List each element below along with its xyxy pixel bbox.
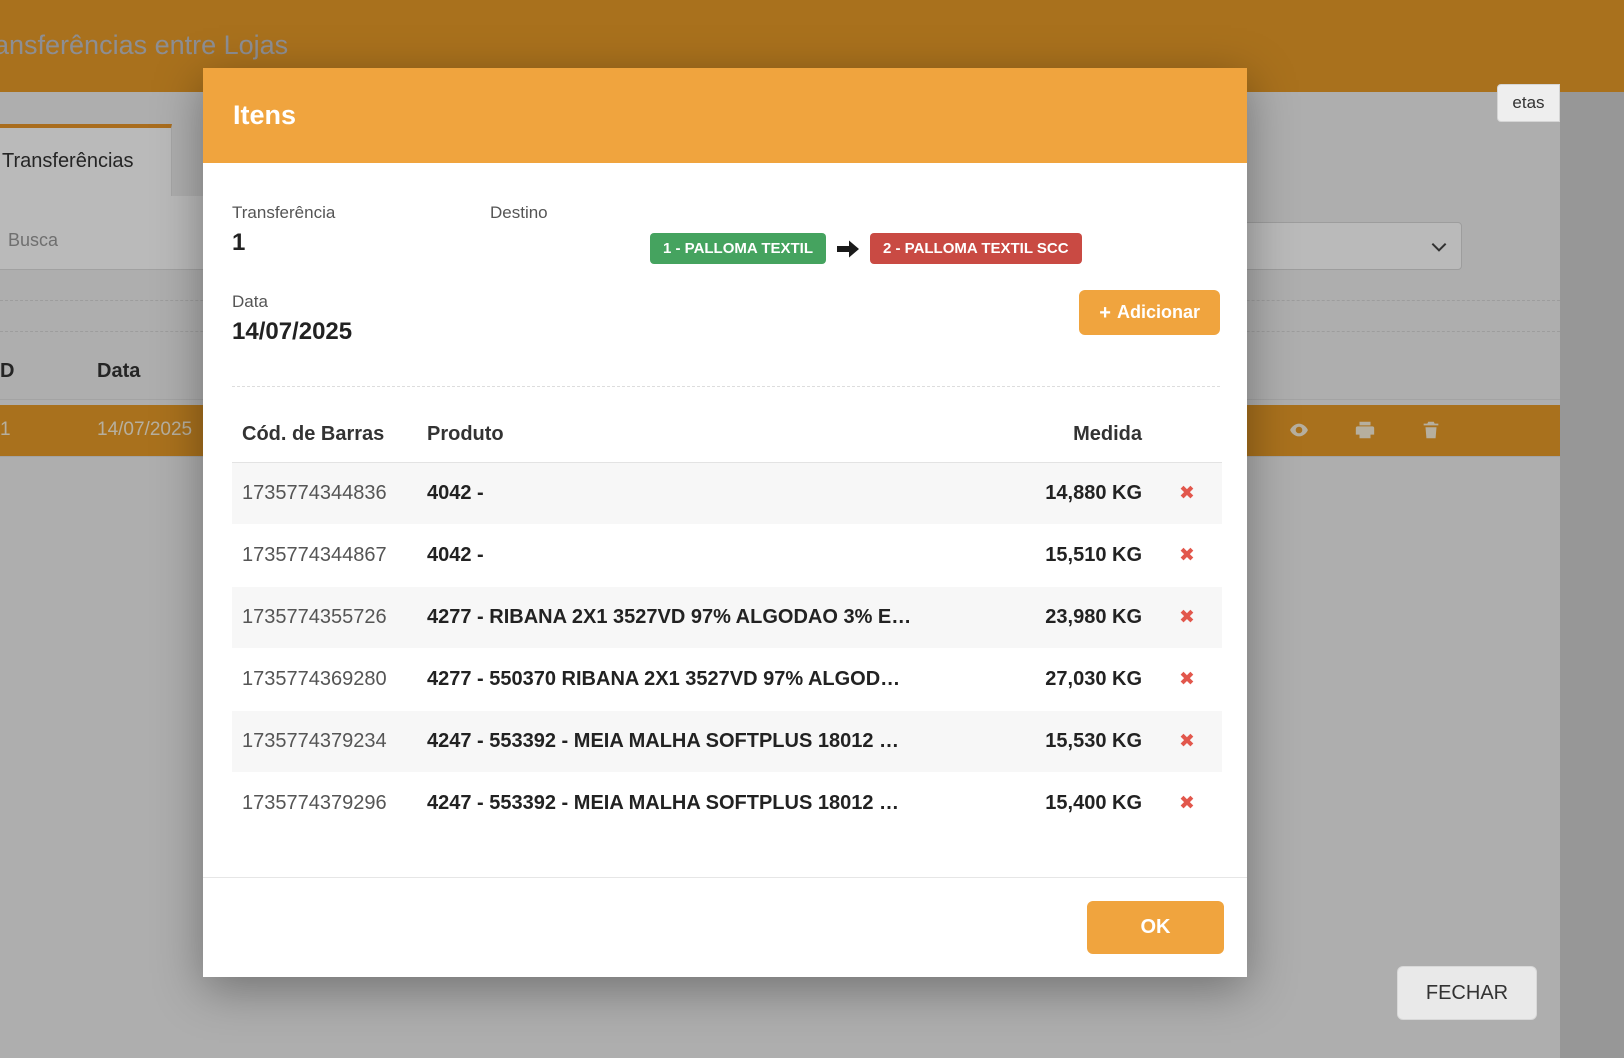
- plus-icon: +: [1099, 303, 1111, 323]
- remove-item-icon[interactable]: ✖: [1179, 545, 1195, 566]
- item-barcode: 1735774379234: [232, 711, 417, 773]
- item-row: 1735774355726 4277 - RIBANA 2X1 3527VD 9…: [232, 587, 1222, 649]
- destination-store-badge: 2 - PALLOMA TEXTIL SCC: [870, 233, 1082, 264]
- item-barcode: 1735774344867: [232, 525, 417, 587]
- item-produto: 4042 -: [417, 525, 1002, 587]
- item-barcode: 1735774355726: [232, 587, 417, 649]
- item-medida: 14,880 KG: [1002, 463, 1152, 525]
- item-produto: 4042 -: [417, 463, 1002, 525]
- ok-button[interactable]: OK: [1087, 901, 1224, 954]
- adicionar-button[interactable]: + Adicionar: [1079, 290, 1220, 335]
- arrow-right-icon: [837, 239, 859, 259]
- item-row: 1735774344836 4042 - 14,880 KG ✖: [232, 463, 1222, 525]
- item-barcode: 1735774379296: [232, 773, 417, 835]
- item-medida: 27,030 KG: [1002, 649, 1152, 711]
- modal-footer: OK: [203, 877, 1247, 977]
- item-produto: 4277 - 550370 RIBANA 2X1 3527VD 97% ALGO…: [417, 649, 1002, 711]
- remove-item-icon[interactable]: ✖: [1179, 607, 1195, 628]
- remove-item-icon[interactable]: ✖: [1179, 793, 1195, 814]
- modal-body: Transferência 1 Destino 1 - PALLOMA TEXT…: [203, 163, 1247, 835]
- item-row: 1735774379234 4247 - 553392 - MEIA MALHA…: [232, 711, 1222, 773]
- item-produto: 4277 - RIBANA 2X1 3527VD 97% ALGODAO 3% …: [417, 587, 1002, 649]
- destino-label: Destino: [490, 203, 1082, 223]
- items-table: Cód. de Barras Produto Medida 1735774344…: [232, 409, 1222, 835]
- data-label: Data: [232, 292, 1220, 312]
- transferencia-label: Transferência: [232, 203, 490, 223]
- col-header-barcode: Cód. de Barras: [232, 409, 417, 463]
- fechar-button[interactable]: FECHAR: [1397, 966, 1537, 1020]
- modal-title: Itens: [233, 100, 296, 131]
- dashed-separator: [232, 386, 1220, 387]
- item-medida: 15,530 KG: [1002, 711, 1152, 773]
- remove-item-icon[interactable]: ✖: [1179, 483, 1195, 504]
- modal-header: Itens: [203, 68, 1247, 163]
- item-medida: 23,980 KG: [1002, 587, 1152, 649]
- origin-store-badge: 1 - PALLOMA TEXTIL: [650, 233, 826, 264]
- item-medida: 15,510 KG: [1002, 525, 1152, 587]
- item-row: 1735774369280 4277 - 550370 RIBANA 2X1 3…: [232, 649, 1222, 711]
- transferencia-value: 1: [232, 229, 490, 257]
- item-barcode: 1735774344836: [232, 463, 417, 525]
- item-row: 1735774344867 4042 - 15,510 KG ✖: [232, 525, 1222, 587]
- col-header-medida: Medida: [1002, 409, 1152, 463]
- adicionar-label: Adicionar: [1117, 302, 1200, 323]
- remove-item-icon[interactable]: ✖: [1179, 731, 1195, 752]
- item-produto: 4247 - 553392 - MEIA MALHA SOFTPLUS 1801…: [417, 711, 1002, 773]
- etiquetas-button[interactable]: etas: [1497, 84, 1560, 122]
- col-header-produto: Produto: [417, 409, 1002, 463]
- item-row: 1735774379296 4247 - 553392 - MEIA MALHA…: [232, 773, 1222, 835]
- item-medida: 15,400 KG: [1002, 773, 1152, 835]
- item-produto: 4247 - 553392 - MEIA MALHA SOFTPLUS 1801…: [417, 773, 1002, 835]
- item-barcode: 1735774369280: [232, 649, 417, 711]
- remove-item-icon[interactable]: ✖: [1179, 669, 1195, 690]
- data-value: 14/07/2025: [232, 318, 1220, 346]
- itens-modal: Itens Transferência 1 Destino 1 - PALLOM…: [203, 68, 1247, 977]
- col-header-action: [1152, 409, 1222, 463]
